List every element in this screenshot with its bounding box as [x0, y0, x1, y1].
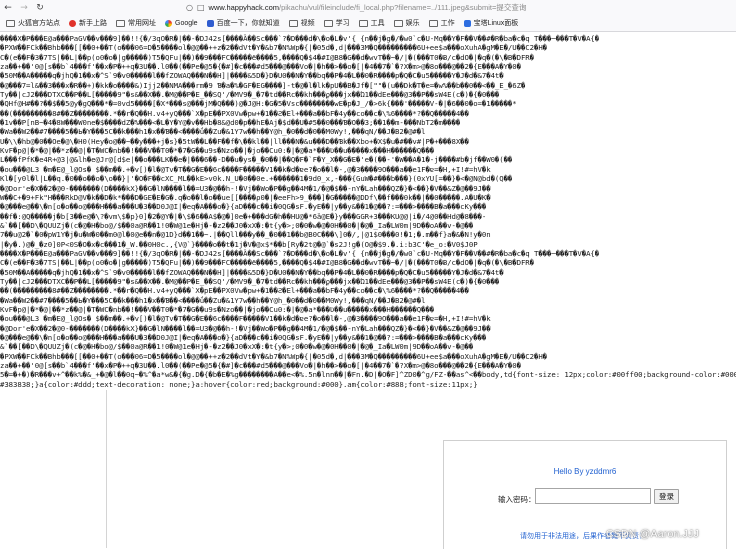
garbled-line: �@Dor'e�X��2�@0-�������(D����kX}��G�lN��…: [0, 183, 491, 193]
garbled-line: U�\\�hb@�0��Oe�@\�H0(Hey�o@��~��y���+j�s…: [0, 136, 469, 146]
google-icon: [165, 19, 172, 27]
page-icon: □: [196, 3, 205, 12]
garbled-line: �ou���@L3 �m�E@_l@Os� $��m��.+�v[)�l�@Tv…: [0, 314, 491, 324]
garbled-line: W��C+�9+Fk"H���RkD@V�k��D�k*���D�GE�E�G�…: [0, 192, 491, 202]
password-input[interactable]: [535, 488, 651, 504]
bookmark-label: 火狐官方站点: [18, 20, 60, 27]
garbled-line: KvF�p@|�*�@|��*z��@|�T�WC�nb��!���V��T0�…: [0, 146, 435, 156]
garbled-line: �50M��A�����q�jhQ�1��x�^S`9�v0�����l��fZ…: [0, 267, 504, 277]
garbled-line: za��+��'0@[s��b`4���f'��x�P�++q�3U��.l0�…: [0, 361, 521, 371]
garbled-line: �@���e@��\�n[o�o��o@���H���a���U�3��D0J@…: [0, 333, 487, 342]
garbled-line: &`��[��D\�QUUZj�(c�@�H�bo@/$��0a@R��1!0�…: [0, 220, 474, 230]
garbled-line: C�(e��F�3�7TS|��L|��p(o0�o�|g�����)T5�QF…: [0, 258, 534, 268]
css-tail-line: 5�=�+�)�R���v+^��k%�&_+�@�l��0q~�%^�a*w&…: [0, 370, 736, 380]
binary-content-area: ����X�P���E@a���PaGV��v���9]��!!{�/3qO�R…: [0, 34, 736, 390]
garbled-line: Ty��|cJ2���DTXC��P��L[�����9"�s&��X��.�M…: [0, 276, 500, 286]
url-path: /pikachu/vul/fileinclude/fi_local.php?fi…: [279, 3, 527, 12]
folder-icon: [428, 19, 438, 27]
firefox-icon: [69, 19, 76, 27]
bookmark-entertainment[interactable]: 娱乐: [393, 18, 420, 28]
left-empty-region: [0, 390, 107, 548]
garbled-line: ��(���������8#��Z��������.*��r�Q��H.v4+y…: [0, 108, 469, 118]
garbled-line: �PXW��FCk��Bhb���[[��0+��T(o���06=D�5���…: [0, 351, 548, 361]
bookmark-baota[interactable]: 宝塔Linux面板: [463, 18, 519, 28]
garbled-line: �PXW��FCk��Bhb���[[��0+��T(o���06=D�5���…: [0, 43, 548, 53]
garbled-line: &`��[��D\�QUUZj�(c�@�H�bo@/$��0a@R��1!0�…: [0, 342, 474, 352]
bookmark-common-sites[interactable]: 常用网址: [116, 18, 156, 28]
garbled-line: KvF�p@|�*�@|��*z��@|�T�WC�nb��!���V��T0�…: [0, 304, 435, 314]
folder-icon: [323, 19, 333, 27]
folder-icon: [393, 19, 403, 27]
garbled-line: �@���e@��\�n[o�o��o@���H���a���U�3��D0J@…: [0, 202, 487, 212]
shield-icon: ○: [186, 3, 193, 12]
url-host: www.happyhack.com: [208, 3, 279, 12]
css-tail-line: #383838;}a{color:#ddd;text-decoration: n…: [0, 379, 478, 389]
arrow-right-icon[interactable]: →: [16, 3, 32, 13]
bookmarks-bar: 火狐官方站点 新手上路 常用网址 Google 百度一下，你就知道 视频 学习 …: [0, 15, 736, 32]
reload-icon[interactable]: ↻: [32, 3, 48, 13]
garbled-line: L���fPfK�e4R+@3|@&lh�e@Jr@[d$e|��o���LK�…: [0, 155, 513, 165]
bookmark-label: 视频: [300, 20, 315, 27]
garbled-line: Kl�[y0l�l|L��q.�0��o��o�\o��}|'�O�F��cXC…: [0, 174, 513, 184]
garbled-line: �Wa��W2��#7����5��Ь�Y���5C��k���h1�x��Ɓ�…: [0, 295, 426, 305]
bookmark-firefox-official[interactable]: 火狐官方站点: [6, 18, 60, 28]
garbled-line: ��(���������8#��Z��������.*��r�Q��H.v4+y…: [0, 286, 469, 296]
baidu-icon: [206, 19, 214, 27]
garbled-line: za��+��'0@[s��b`4���f'��x�P�++q�3U��.l0�…: [0, 62, 521, 72]
folder-icon: [288, 19, 298, 27]
garbled-line: C�(e��F�3�7TS|��L|��p(o0�o�|g�����)T5�QF…: [0, 52, 534, 62]
bookmark-label: 娱乐: [405, 20, 420, 27]
bookmark-label: Google: [175, 19, 198, 27]
folder-icon: [358, 19, 368, 27]
garbled-line: �1v��P[nB~�4�8W���W0ne�$����dZ�%���<�L�Y…: [0, 118, 461, 128]
address-bar[interactable]: ○ □ www.happyhack.com /pikachu/vul/filei…: [186, 2, 526, 13]
bookmark-label: 百度一下，你就知道: [216, 20, 280, 27]
hello-text: Hello By yzddmr6: [553, 467, 617, 476]
bookmark-baidu[interactable]: 百度一下，你就知道: [206, 18, 280, 28]
bookmark-google[interactable]: Google: [165, 19, 198, 27]
bookmark-study[interactable]: 学习: [323, 18, 350, 28]
garbled-line: Ty��|cJ2���DTXC��P��L[�����9"�s&��X��.�M…: [0, 90, 500, 100]
garbled-line: �Wa��W2��#7����5��Ь�Y���5C��k���h1�x��Ɓ�…: [0, 127, 426, 137]
browser-toolbar: ← → ↻ ○ □ www.happyhack.com /pikachu/vul…: [0, 0, 736, 15]
login-button[interactable]: 登录: [654, 489, 679, 504]
bookmark-label: 新手上路: [79, 20, 107, 27]
password-label: 输入密码：: [498, 495, 536, 504]
garbled-line: �50M��A�����q�jhQ�1��x�^S`9�v0�����l��fZ…: [0, 71, 504, 81]
garbled-line: ����X�P���E@a���PaGV��v���9]��!!{�/3qO�R…: [0, 34, 600, 43]
bookmark-label: 常用网址: [128, 20, 156, 27]
garbled-line: ����X�P���E@a���PaGV��v���9]��!!{�/3qO�R…: [0, 248, 600, 258]
bookmark-video[interactable]: 视频: [288, 18, 315, 28]
garbled-line: ��f�:@Q�����j�b[3��e@�\?�vm\$�p}0]�2�@Y�…: [0, 211, 487, 221]
garbled-line: �QHf@H#��?��$��5@y�gQ���*�=0vd5����[�X*�…: [0, 99, 517, 109]
bookmark-label: 学习: [335, 20, 350, 27]
bookmark-label: 工具: [370, 20, 385, 27]
bookmark-getting-started[interactable]: 新手上路: [69, 18, 107, 28]
garbled-line: �@���7=l&��3���x�R��+)�kk�o����&)Ijj2��N…: [0, 80, 526, 90]
bookmark-label: 宝塔Linux面板: [473, 20, 519, 27]
garbled-line: |�y�.)@�_�z0]0P<0S�O�x�c���1�_W.��0H0c.,…: [0, 239, 478, 249]
bookmark-work[interactable]: 工作: [428, 18, 455, 28]
csdn-watermark: CSDN @Aaron.JJJ: [606, 528, 700, 540]
baota-icon: [463, 19, 471, 27]
bookmark-tools[interactable]: 工具: [358, 18, 385, 28]
folder-icon: [116, 19, 125, 27]
garbled-line: �ou���@L3 �m�E@_l@Os� $��m��.+�v[)�l�@Tv…: [0, 164, 491, 174]
folder-icon: [6, 19, 15, 27]
arrow-left-icon[interactable]: ←: [0, 3, 16, 13]
garbled-line: �@Dor'e�X��2�@0-�������(D����kX}��G�lN��…: [0, 323, 491, 333]
garbled-line: 7��u@2�`�0�pW1Y�j�u�W�0��m0@l�0@e��n�@1D…: [0, 230, 491, 240]
bookmark-label: 工作: [440, 20, 455, 27]
